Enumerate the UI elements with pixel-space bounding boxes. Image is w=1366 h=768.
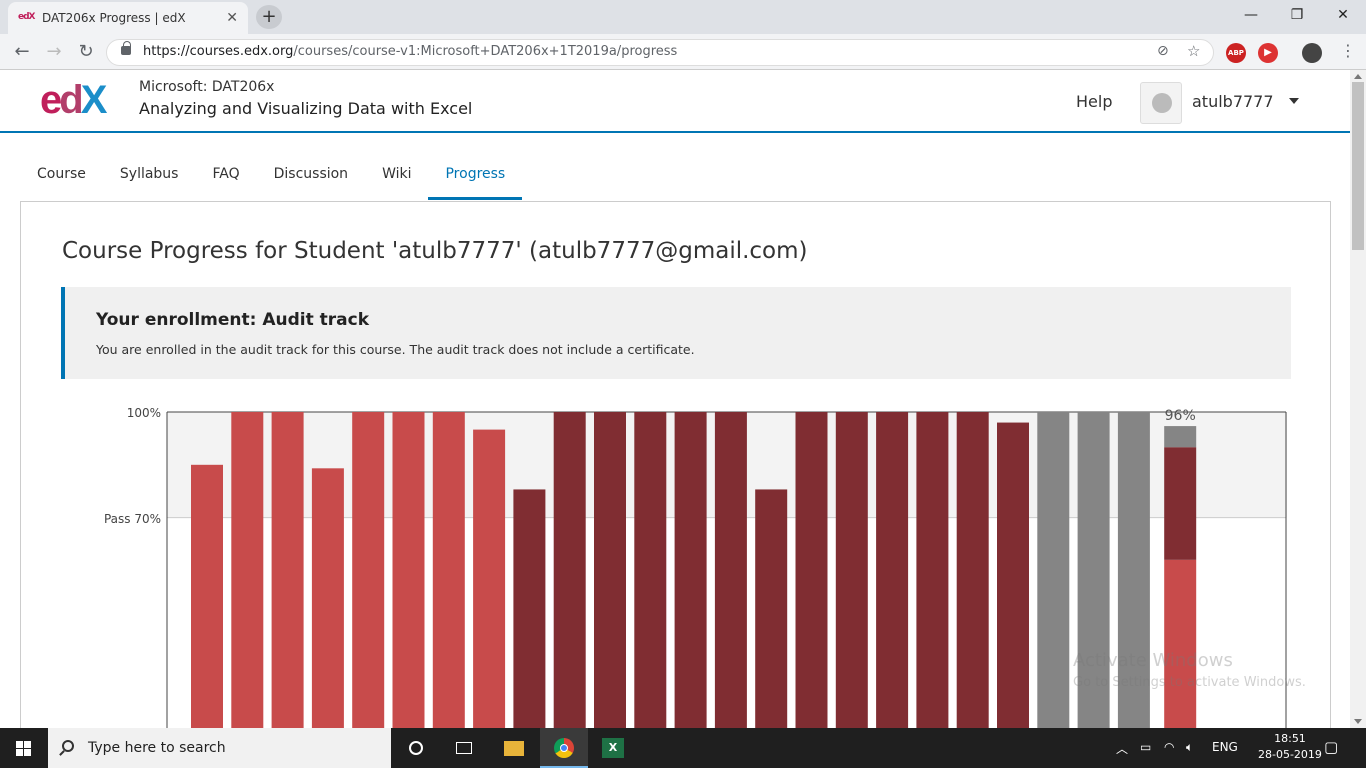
bookmark-star-icon[interactable]: ☆ <box>1187 42 1200 60</box>
grade-bar <box>876 412 909 732</box>
cortana-icon[interactable] <box>392 728 440 768</box>
activate-windows-watermark: Activate Windows Go to Settings to activ… <box>1073 650 1306 690</box>
grade-bar <box>997 422 1029 732</box>
tray-chevron-icon[interactable]: ︿ <box>1116 740 1128 757</box>
grade-bar <box>674 412 707 732</box>
total-bar-segment <box>1164 559 1197 732</box>
course-org: Microsoft: DAT206x <box>139 79 275 95</box>
tab-title: DAT206x Progress | edX <box>42 11 186 25</box>
scroll-down-icon[interactable] <box>1354 719 1362 724</box>
site-header: edX Microsoft: DAT206x Analyzing and Vis… <box>0 70 1350 133</box>
url-text: https://courses.edx.org/courses/course-v… <box>143 44 678 59</box>
wifi-icon[interactable]: ◠ <box>1164 740 1174 754</box>
grade-bar <box>191 464 223 732</box>
grade-bar <box>352 412 385 732</box>
task-view-icon[interactable] <box>440 728 488 768</box>
edx-favicon-icon: edX <box>18 12 36 22</box>
grade-bar <box>714 412 747 732</box>
chrome-taskbar-icon[interactable] <box>540 728 588 768</box>
search-placeholder: Type here to search <box>88 740 226 756</box>
tab-wiki[interactable]: Wiki <box>365 152 428 200</box>
reload-icon[interactable]: ↻ <box>74 40 98 64</box>
tab-faq[interactable]: FAQ <box>195 152 256 200</box>
y-tick-pass: Pass 70% <box>103 512 161 526</box>
course-nav: Course Syllabus FAQ Discussion Wiki Progress <box>20 152 523 202</box>
taskbar-search[interactable]: Type here to search <box>48 728 391 768</box>
grade-bar <box>835 412 868 732</box>
address-bar[interactable]: https://courses.edx.org/courses/course-v… <box>106 39 1214 66</box>
volume-icon[interactable]: 🔈︎ <box>1186 740 1193 755</box>
course-title: Analyzing and Visualizing Data with Exce… <box>139 99 473 118</box>
grade-bar <box>392 412 425 732</box>
forward-arrow-icon[interactable]: → <box>42 40 66 64</box>
windows-start-icon[interactable] <box>0 728 48 768</box>
tab-discussion[interactable]: Discussion <box>257 152 365 200</box>
enrollment-text: You are enrolled in the audit track for … <box>96 342 695 357</box>
new-tab-button[interactable]: + <box>256 5 282 29</box>
language-indicator[interactable]: ENG <box>1212 740 1238 754</box>
grade-bar <box>513 489 546 732</box>
excel-taskbar-icon[interactable]: X <box>590 728 638 768</box>
grade-bar <box>1037 412 1070 732</box>
scroll-up-icon[interactable] <box>1354 74 1362 79</box>
username[interactable]: atulb7777 <box>1192 92 1274 111</box>
browser-tab-bar: edX DAT206x Progress | edX ✕ + — ❐ ✕ <box>0 0 1366 34</box>
grade-bar <box>916 412 949 732</box>
grade-bar <box>755 489 788 732</box>
tab-progress[interactable]: Progress <box>428 152 523 200</box>
lock-icon <box>121 41 131 55</box>
grade-bar <box>311 468 344 732</box>
battery-icon[interactable]: ▭ <box>1140 740 1151 754</box>
tab-course[interactable]: Course <box>20 152 103 200</box>
total-bar-segment <box>1164 426 1197 448</box>
grade-bar <box>473 429 506 732</box>
youtube-ext-icon[interactable]: ▶ <box>1258 43 1278 63</box>
tab-syllabus[interactable]: Syllabus <box>103 152 196 200</box>
grade-bar <box>231 412 264 732</box>
page-scrollbar[interactable] <box>1350 70 1366 728</box>
grade-bar <box>271 412 304 732</box>
browser-tab[interactable]: edX DAT206x Progress | edX ✕ <box>8 2 248 34</box>
grade-bar <box>795 412 828 732</box>
user-menu-caret-icon[interactable] <box>1289 98 1299 104</box>
edx-logo[interactable]: edX <box>40 78 107 123</box>
adblock-icon[interactable]: ABP <box>1226 43 1246 63</box>
grade-bar <box>634 412 667 732</box>
notifications-icon[interactable]: ▢ <box>1324 738 1338 756</box>
grade-bar <box>432 412 465 732</box>
blocked-content-icon[interactable]: ⊘ <box>1157 43 1169 59</box>
maximize-icon[interactable]: ❐ <box>1274 0 1320 30</box>
profile-avatar-icon[interactable] <box>1302 43 1322 63</box>
grade-bar <box>956 412 989 732</box>
user-avatar[interactable] <box>1140 82 1182 124</box>
window-close-icon[interactable]: ✕ <box>1320 0 1366 30</box>
enrollment-title: Your enrollment: Audit track <box>96 310 370 330</box>
back-arrow-icon[interactable]: ← <box>10 40 34 64</box>
enrollment-notice: Your enrollment: Audit track You are enr… <box>61 287 1291 379</box>
grade-bar <box>553 412 586 732</box>
page-title: Course Progress for Student 'atulb7777' … <box>62 238 808 264</box>
help-link[interactable]: Help <box>1076 92 1112 111</box>
search-icon <box>62 740 74 752</box>
menu-dots-icon[interactable]: ⋮ <box>1340 41 1356 60</box>
minimize-icon[interactable]: — <box>1228 0 1274 30</box>
grade-bar <box>594 412 626 732</box>
total-bar-segment <box>1164 447 1197 560</box>
y-tick-100: 100% <box>126 406 161 420</box>
windows-taskbar: Type here to search X ︿ ▭ ◠ 🔈︎ ENG 18:51… <box>0 728 1366 768</box>
scroll-thumb[interactable] <box>1352 82 1364 250</box>
tab-close-icon[interactable]: ✕ <box>226 10 238 26</box>
clock[interactable]: 18:51 28-05-2019 <box>1258 731 1322 763</box>
browser-toolbar: ← → ↻ https://courses.edx.org/courses/co… <box>0 34 1366 70</box>
file-explorer-icon[interactable] <box>490 728 538 768</box>
total-grade-label: 96% <box>1165 408 1196 424</box>
